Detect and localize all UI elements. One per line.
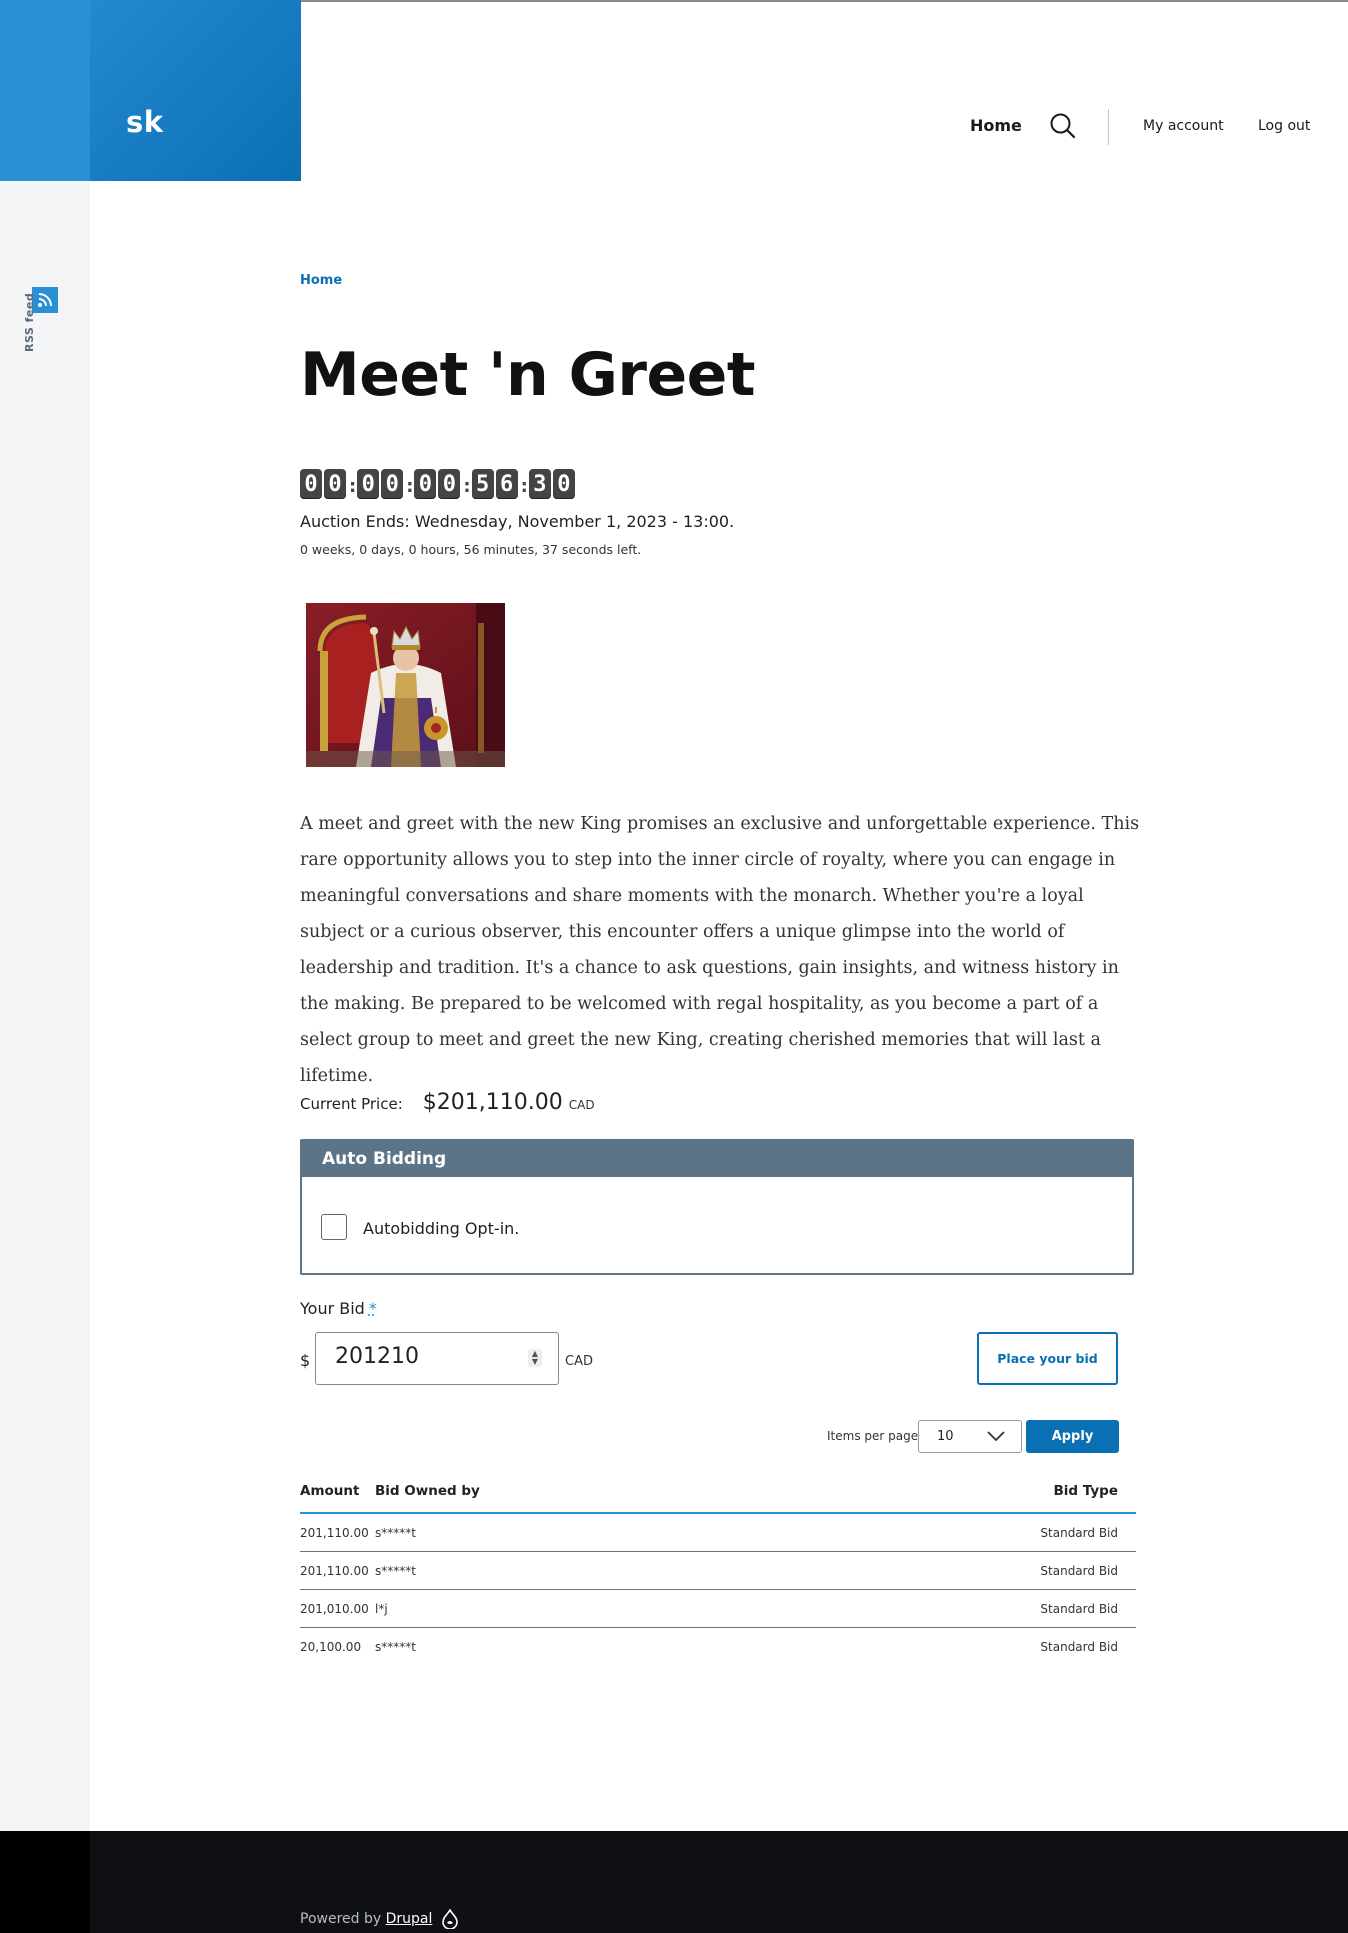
auction-description: A meet and greet with the new King promi… [300,814,1140,1086]
countdown-digit: 0 [357,469,380,499]
drupal-link[interactable]: Drupal [386,1911,433,1927]
header-amount: Amount [300,1470,375,1514]
bid-amount-field[interactable]: ▲ ▼ [315,1332,559,1385]
bid-amount: 201,010.00 [300,1589,375,1628]
countdown-colon: : [463,475,471,497]
current-price-label: Current Price: [300,1095,403,1113]
rss-feed-label[interactable]: RSS feed [23,293,36,352]
countdown-colon: : [406,475,414,497]
powered-by: Powered by Drupal [300,1911,432,1927]
items-per-page-label: Items per page [827,1429,919,1443]
nav-separator [1108,109,1109,145]
header-owner: Bid Owned by [375,1470,774,1514]
search-icon[interactable] [1049,112,1077,140]
nav-log-out-link[interactable]: Log out [1258,118,1310,134]
required-mark: * [368,1299,377,1318]
bid-currency-suffix: CAD [565,1354,593,1369]
countdown-colon: : [520,475,528,497]
countdown-digit: 0 [414,469,437,499]
bid-amount-stepper[interactable]: ▲ ▼ [528,1349,542,1367]
current-price: Current Price: $201,110.00 CAD [300,1090,595,1115]
auction-item-image [306,603,505,767]
table-row: 201,010.00 l*j Standard Bid [300,1589,1136,1628]
items-per-page-select[interactable]: 10 [918,1420,1022,1453]
your-bid-label: Your Bid * [300,1299,377,1318]
powered-by-text: Powered by [300,1911,382,1927]
your-bid-label-text: Your Bid [300,1299,365,1318]
nav-my-account-link[interactable]: My account [1143,118,1224,134]
stepper-down-icon[interactable]: ▼ [532,1358,538,1366]
drupal-drop-icon [442,1909,458,1929]
countdown-digit: 0 [324,469,346,499]
table-row: 201,110.00 s*****t Standard Bid [300,1551,1136,1590]
countdown-digit: 5 [471,469,494,499]
left-rail [0,0,90,1831]
auto-bidding-legend: Auto Bidding [302,1141,1132,1177]
current-price-currency: CAD [568,1098,595,1112]
auto-bidding-fieldset: Auto Bidding Autobidding Opt-in. [300,1139,1134,1275]
bids-table: Amount Bid Owned by Bid Type 201,110.00 … [300,1470,1136,1665]
bid-amount-input[interactable] [333,1343,517,1370]
page-title: Meet 'n Greet [300,340,756,410]
bid-owner: s*****t [375,1513,774,1552]
autobidding-optin-label[interactable]: Autobidding Opt-in. [363,1219,519,1238]
countdown-digit: 0 [552,469,575,499]
footer-left-band [0,1831,90,1933]
auction-end-date: Auction Ends: Wednesday, November 1, 202… [300,512,735,531]
countdown-digit: 3 [528,469,551,499]
breadcrumb-home[interactable]: Home [300,273,342,288]
logo-band [0,0,90,181]
table-row: 20,100.00 s*****t Standard Bid [300,1628,1136,1666]
site-logo-text: sk [126,105,164,139]
table-row: 201,110.00 s*****t Standard Bid [300,1513,1136,1552]
bid-type: Standard Bid [773,1589,1136,1628]
site-logo[interactable]: sk [90,0,301,181]
site-footer: Powered by Drupal [0,1831,1348,1933]
place-bid-button[interactable]: Place your bid [977,1332,1118,1385]
bid-owner: l*j [375,1589,774,1628]
apply-button[interactable]: Apply [1026,1420,1119,1453]
bid-type: Standard Bid [773,1513,1136,1552]
bid-owner: s*****t [375,1551,774,1590]
current-price-value: $201,110.00 [422,1090,563,1115]
auction-time-left: 0 weeks, 0 days, 0 hours, 56 minutes, 37… [300,542,642,557]
bid-amount: 20,100.00 [300,1639,362,1654]
countdown-timer: 0 0 : 0 0 : 0 0 : 5 6 : 3 0 [300,469,577,499]
bid-type: Standard Bid [773,1551,1136,1590]
items-per-page-value: 10 [937,1429,954,1444]
bid-currency-prefix: $ [300,1351,311,1370]
bid-amount: 201,110.00 [300,1551,375,1590]
bid-owner: s*****t [375,1639,416,1654]
bid-type: Standard Bid [1040,1639,1118,1654]
countdown-digit: 6 [495,469,518,499]
chevron-down-icon [987,1431,1005,1442]
countdown-digit: 0 [381,469,404,499]
nav-home-link[interactable]: Home [970,116,1022,135]
bid-amount: 201,110.00 [300,1513,375,1552]
autobidding-optin-checkbox[interactable] [321,1214,347,1240]
table-header-row: Amount Bid Owned by Bid Type [300,1470,1136,1514]
countdown-colon: : [349,475,357,497]
countdown-digit: 0 [438,469,461,499]
countdown-digit: 0 [300,469,322,499]
header-type: Bid Type [773,1470,1136,1514]
